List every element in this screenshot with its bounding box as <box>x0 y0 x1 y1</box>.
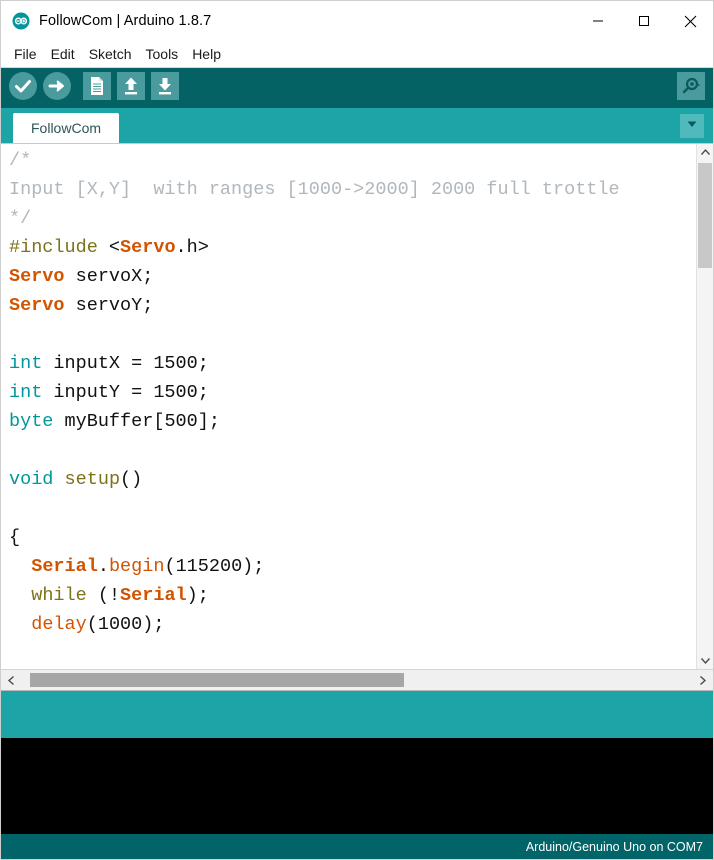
menu-item-file[interactable]: File <box>7 44 44 65</box>
status-strip <box>1 691 713 738</box>
editor-vertical-scrollbar[interactable] <box>696 144 713 669</box>
code-token: #include <box>9 237 109 258</box>
toolbar <box>1 68 713 108</box>
board-status-text: Arduino/Genuino Uno on COM7 <box>525 839 703 854</box>
code-token: Servo <box>9 295 65 316</box>
code-token: (! <box>86 585 121 606</box>
code-line: int inputX = 1500; <box>9 349 696 378</box>
menu-item-help[interactable]: Help <box>185 44 228 65</box>
code-token: Serial <box>120 585 187 606</box>
scroll-up-button[interactable] <box>697 144 713 161</box>
minimize-button[interactable] <box>575 1 621 41</box>
open-button[interactable] <box>115 71 147 105</box>
code-token: { <box>9 527 21 548</box>
code-token: servoY; <box>64 295 154 316</box>
code-token: inputX = 1500; <box>42 353 209 374</box>
title-bar: FollowCom | Arduino 1.8.7 <box>1 1 713 41</box>
code-token: myBuffer[500]; <box>53 411 220 432</box>
code-line: while (!Serial); <box>9 581 696 610</box>
upload-button[interactable] <box>41 71 73 106</box>
menu-item-edit[interactable]: Edit <box>44 44 82 65</box>
code-token: delay <box>31 614 87 635</box>
code-token: /* <box>9 150 32 171</box>
tab-menu-button[interactable] <box>680 114 704 138</box>
code-line: Servo servoX; <box>9 262 696 291</box>
serial-monitor-button[interactable] <box>675 71 707 105</box>
code-token: Input [X,Y] with ranges [1000->2000] 200… <box>9 179 620 200</box>
arduino-logo-icon <box>12 12 30 30</box>
menu-bar: File Edit Sketch Tools Help <box>1 41 713 68</box>
code-token: while <box>31 585 87 606</box>
code-token: */ <box>9 208 32 229</box>
code-token: Servo <box>9 266 65 287</box>
chevron-down-icon <box>685 117 699 136</box>
menu-item-sketch[interactable]: Sketch <box>82 44 139 65</box>
code-line: byte myBuffer[500]; <box>9 407 696 436</box>
code-token: ); <box>186 585 209 606</box>
checkmark-circle-icon <box>8 71 38 106</box>
code-token: byte <box>9 411 54 432</box>
editor-horizontal-scrollbar[interactable] <box>1 669 713 691</box>
code-token: (115200); <box>164 556 265 577</box>
code-token: (1000); <box>86 614 165 635</box>
arrow-down-icon <box>151 71 179 105</box>
code-token: < <box>108 237 121 258</box>
code-text: /* Input [X,Y] with ranges [1000->2000] 2… <box>9 146 696 639</box>
code-token: Servo <box>120 237 176 258</box>
tab-bar: FollowCom <box>1 108 713 143</box>
new-button[interactable] <box>81 71 113 105</box>
code-token: void <box>9 469 54 490</box>
magnifier-icon <box>677 71 705 105</box>
code-token: Serial <box>31 556 98 577</box>
scroll-left-button[interactable] <box>1 670 22 690</box>
new-document-icon <box>83 71 111 105</box>
arrow-right-circle-icon <box>42 71 72 106</box>
code-line: #include <Servo.h> <box>9 233 696 262</box>
board-status-bar: Arduino/Genuino Uno on COM7 <box>1 834 713 859</box>
code-line: Servo servoY; <box>9 291 696 320</box>
verify-button[interactable] <box>7 71 39 106</box>
console-output[interactable] <box>1 738 713 834</box>
scroll-right-button[interactable] <box>692 670 713 690</box>
code-token: . <box>97 556 109 577</box>
save-button[interactable] <box>149 71 181 105</box>
code-token: servoX; <box>64 266 154 287</box>
arduino-ide-window: FollowCom | Arduino 1.8.7 File Edit Sket… <box>0 0 714 860</box>
code-token: inputY = 1500; <box>42 382 209 403</box>
editor-area: /* Input [X,Y] with ranges [1000->2000] 2… <box>1 143 713 669</box>
vertical-scroll-thumb[interactable] <box>698 163 712 268</box>
code-token: () <box>120 469 143 490</box>
window-title: FollowCom | Arduino 1.8.7 <box>39 13 212 29</box>
tab-followcom[interactable]: FollowCom <box>13 113 120 143</box>
code-token: .h> <box>175 237 209 258</box>
code-token: begin <box>108 556 165 577</box>
horizontal-scroll-thumb[interactable] <box>30 673 404 687</box>
code-token: int <box>9 353 43 374</box>
code-line: Input [X,Y] with ranges [1000->2000] 200… <box>9 175 696 204</box>
code-line: */ <box>9 204 696 233</box>
code-line: { <box>9 523 696 552</box>
code-line: Serial.begin(115200); <box>9 552 696 581</box>
code-token: setup <box>64 469 121 490</box>
maximize-button[interactable] <box>621 1 667 41</box>
code-editor[interactable]: /* Input [X,Y] with ranges [1000->2000] 2… <box>1 144 696 669</box>
scroll-down-button[interactable] <box>697 652 713 669</box>
code-line: void setup() <box>9 465 696 494</box>
arrow-up-icon <box>117 71 145 105</box>
window-controls <box>575 1 713 41</box>
code-line: /* <box>9 146 696 175</box>
code-token: int <box>9 382 43 403</box>
code-line: int inputY = 1500; <box>9 378 696 407</box>
menu-item-tools[interactable]: Tools <box>139 44 186 65</box>
close-button[interactable] <box>667 1 713 41</box>
code-line: delay(1000); <box>9 610 696 639</box>
